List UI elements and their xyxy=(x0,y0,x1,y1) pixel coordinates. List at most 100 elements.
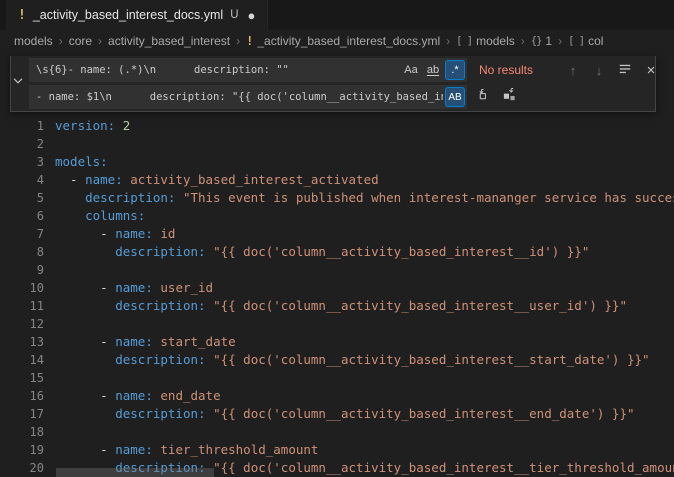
line-number: 3 xyxy=(0,153,44,171)
code-line: 10 - name: user_id xyxy=(0,279,674,297)
line-number: 15 xyxy=(0,369,44,387)
find-input[interactable] xyxy=(34,63,401,77)
breadcrumb-separator: › xyxy=(59,34,63,48)
match-case-button[interactable]: Aa xyxy=(401,60,421,80)
vscode-window: ! _activity_based_interest_docs.yml U ● … xyxy=(0,0,674,477)
find-in-selection-button[interactable] xyxy=(615,60,635,80)
array-icon: [ ] xyxy=(568,35,584,47)
code-line: 8 description: "{{ doc('column__activity… xyxy=(0,243,674,261)
code-text: description: "{{ doc('column__activity_b… xyxy=(55,351,650,369)
tab-bar: ! _activity_based_interest_docs.yml U ● xyxy=(0,0,674,30)
replace-all-button[interactable] xyxy=(499,87,519,107)
breadcrumb-separator: › xyxy=(446,34,450,48)
yaml-file-icon: ! xyxy=(18,8,26,23)
editor[interactable]: 1version: 223models:4 - name: activity_b… xyxy=(0,52,674,477)
editor-tab[interactable]: ! _activity_based_interest_docs.yml U ● xyxy=(6,0,268,30)
modified-dot-icon[interactable]: ● xyxy=(248,9,256,22)
preserve-case-button[interactable]: AB xyxy=(445,87,465,107)
breadcrumb-label: models xyxy=(476,34,515,48)
code-line: 13 - name: start_date xyxy=(0,333,674,351)
line-number: 12 xyxy=(0,315,44,333)
warning-icon: ! xyxy=(246,34,253,48)
replace-input[interactable] xyxy=(34,90,445,104)
breadcrumb-item[interactable]: [ ] models xyxy=(456,34,515,48)
close-icon: × xyxy=(647,62,656,79)
regex-button[interactable]: .* xyxy=(445,60,465,80)
toggle-replace-button[interactable] xyxy=(11,56,25,111)
line-number: 7 xyxy=(0,225,44,243)
code-text: description: "This event is published wh… xyxy=(55,189,674,207)
breadcrumb-item[interactable]: ! _activity_based_interest_docs.yml xyxy=(246,34,440,48)
code-line: 2 xyxy=(0,135,674,153)
code-line: 15 xyxy=(0,369,674,387)
code-text: - name: tier_threshold_amount xyxy=(55,441,318,459)
code-text: description: "{{ doc('column__activity_b… xyxy=(55,243,589,261)
object-icon: {} xyxy=(531,35,542,47)
code-text: - name: activity_based_interest_activate… xyxy=(55,171,379,189)
code-lines: 1version: 223models:4 - name: activity_b… xyxy=(0,117,674,477)
code-line: 17 description: "{{ doc('column__activit… xyxy=(0,405,674,423)
breadcrumb-item[interactable]: [ ] col xyxy=(568,34,603,48)
find-row: Aa ab .* No results ↑ ↓ × xyxy=(29,58,661,82)
line-number: 4 xyxy=(0,171,44,189)
array-icon: [ ] xyxy=(456,35,472,47)
code-text: columns: xyxy=(55,207,145,225)
replace-icon xyxy=(476,88,491,106)
horizontal-scrollbar[interactable] xyxy=(56,468,214,477)
code-text: models: xyxy=(55,153,108,171)
replace-all-icon xyxy=(502,88,517,106)
close-find-widget-button[interactable]: × xyxy=(641,60,661,80)
breadcrumb-label: _activity_based_interest_docs.yml xyxy=(257,34,440,48)
code-text: version: 2 xyxy=(55,117,130,135)
code-text: - name: start_date xyxy=(55,333,236,351)
line-number: 13 xyxy=(0,333,44,351)
breadcrumb-separator: › xyxy=(558,34,562,48)
whole-word-button[interactable]: ab xyxy=(423,60,443,80)
arrow-up-icon: ↑ xyxy=(570,63,577,78)
breadcrumb-item[interactable]: activity_based_interest xyxy=(108,34,230,48)
find-input-box: Aa ab .* xyxy=(29,58,467,82)
breadcrumb-separator: › xyxy=(98,34,102,48)
code-text: description: "{{ doc('column__activity_b… xyxy=(55,405,635,423)
code-line: 19 - name: tier_threshold_amount xyxy=(0,441,674,459)
line-number: 10 xyxy=(0,279,44,297)
code-line: 5 description: "This event is published … xyxy=(0,189,674,207)
code-line: 6 columns: xyxy=(0,207,674,225)
replace-row: AB xyxy=(29,85,661,109)
code-text: - name: user_id xyxy=(55,279,213,297)
replace-button[interactable] xyxy=(473,87,493,107)
code-text: description: "{{ doc('column__activity_b… xyxy=(55,297,627,315)
line-number: 17 xyxy=(0,405,44,423)
breadcrumb-separator: › xyxy=(521,34,525,48)
code-text: - name: end_date xyxy=(55,387,221,405)
line-number: 5 xyxy=(0,189,44,207)
arrow-down-icon: ↓ xyxy=(596,63,603,78)
chevron-down-icon xyxy=(11,74,25,93)
breadcrumb-label: core xyxy=(69,34,92,48)
code-line: 4 - name: activity_based_interest_activa… xyxy=(0,171,674,189)
git-status-badge: U xyxy=(230,9,238,21)
line-number: 14 xyxy=(0,351,44,369)
code-line: 12 xyxy=(0,315,674,333)
breadcrumb-item[interactable]: models xyxy=(14,34,53,48)
code-line: 16 - name: end_date xyxy=(0,387,674,405)
find-results-count: No results xyxy=(479,63,551,77)
code-line: 9 xyxy=(0,261,674,279)
next-match-button[interactable]: ↓ xyxy=(589,60,609,80)
replace-input-box: AB xyxy=(29,85,467,109)
line-number: 1 xyxy=(0,117,44,135)
code-line: 3 models: xyxy=(0,153,674,171)
code-line: 1 version: 2 xyxy=(0,117,674,135)
line-number: 16 xyxy=(0,387,44,405)
code-line: 7 - name: id xyxy=(0,225,674,243)
code-line: 14 description: "{{ doc('column__activit… xyxy=(0,351,674,369)
code-text: - name: id xyxy=(55,225,175,243)
previous-match-button[interactable]: ↑ xyxy=(563,60,583,80)
breadcrumb-label: col xyxy=(588,34,603,48)
line-number: 6 xyxy=(0,207,44,225)
line-number: 18 xyxy=(0,423,44,441)
breadcrumb-separator: › xyxy=(236,34,240,48)
breadcrumb-item[interactable]: {}1 xyxy=(531,34,552,48)
breadcrumb: models › core › activity_based_interest ›! _ac… xyxy=(0,30,674,52)
breadcrumb-item[interactable]: core xyxy=(69,34,92,48)
